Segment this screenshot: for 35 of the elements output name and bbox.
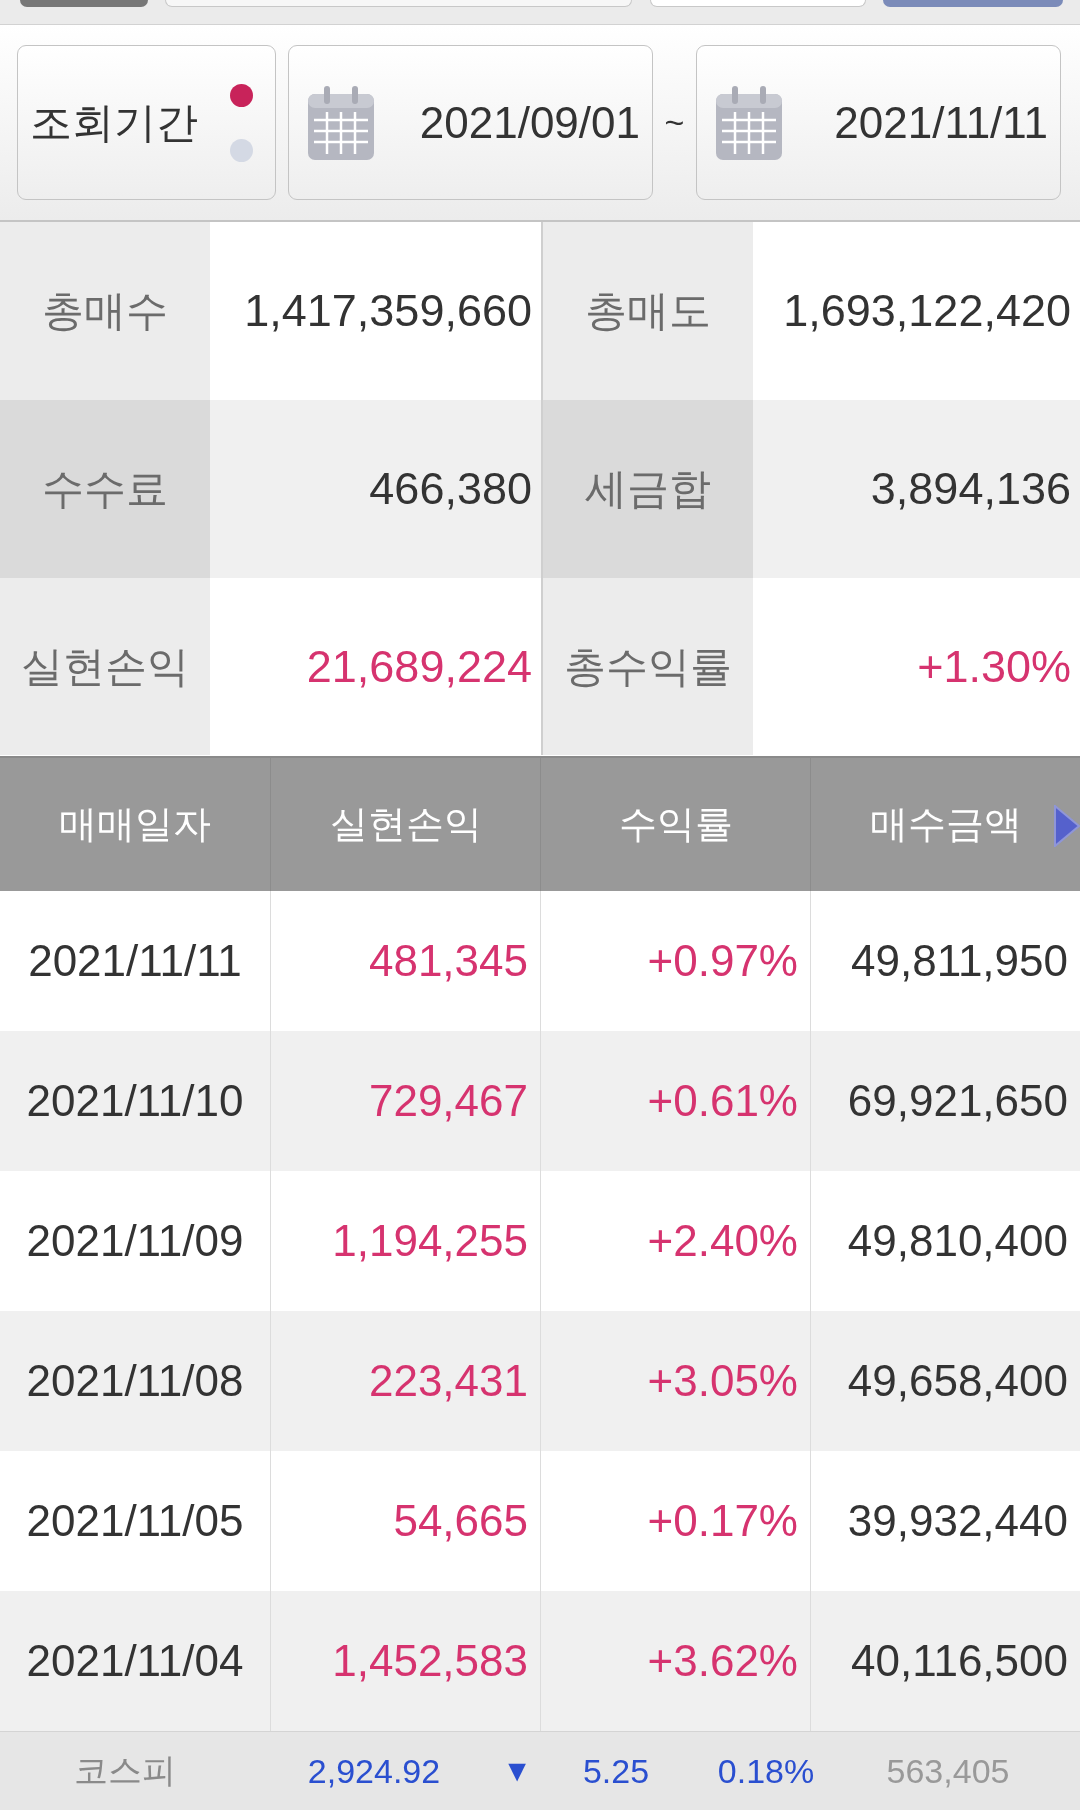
summary-label: 총매수	[0, 222, 210, 400]
summary-value: 466,380	[210, 400, 541, 578]
table-cell-text: 2021/11/11	[27, 935, 243, 987]
input-field[interactable]	[650, 0, 866, 7]
table-cell-text: 2021/11/05	[25, 1495, 245, 1547]
table-cell-text: 2021/11/04	[25, 1635, 245, 1687]
input-field[interactable]	[165, 0, 632, 7]
table-cell-text: 2021/11/09	[25, 1215, 245, 1267]
summary-label: 수수료	[0, 400, 210, 578]
index-change: 5.25	[581, 1751, 651, 1791]
table-cell-text: 2021/11/08	[25, 1355, 245, 1407]
column-header: 매매일자	[0, 758, 270, 891]
column-header: 수익률	[540, 758, 810, 891]
trading-volume: 563,405	[885, 1751, 1011, 1791]
summary-value: 3,894,136	[753, 400, 1080, 578]
calendar-icon	[308, 85, 374, 160]
toolbar-button[interactable]	[20, 0, 148, 7]
column-header: 실현손익	[270, 758, 540, 891]
calendar-icon	[716, 85, 782, 160]
right-triangle-icon[interactable]	[1054, 805, 1080, 847]
summary-label: 총수익률	[541, 578, 753, 755]
summary-label: 실현손익	[0, 578, 210, 755]
index-value: 2,924.92	[306, 1751, 442, 1791]
table-cell-text: 2021/11/10	[25, 1075, 245, 1127]
index-name: 코스피	[73, 1750, 177, 1791]
date-field[interactable]: 2021/09/01	[288, 45, 653, 200]
range-separator: ~	[663, 103, 686, 142]
down-triangle-icon: ▼	[498, 1754, 536, 1788]
summary-label: 세금합	[541, 400, 753, 578]
column-header: 매수금액	[810, 758, 1080, 891]
period-button[interactable]: 조회기간	[17, 45, 276, 200]
toolbar-button[interactable]	[883, 0, 1063, 7]
summary-label: 총매도	[541, 222, 753, 400]
index-change-rate: 0.18%	[716, 1751, 816, 1791]
date-field[interactable]: 2021/11/11	[696, 45, 1061, 200]
